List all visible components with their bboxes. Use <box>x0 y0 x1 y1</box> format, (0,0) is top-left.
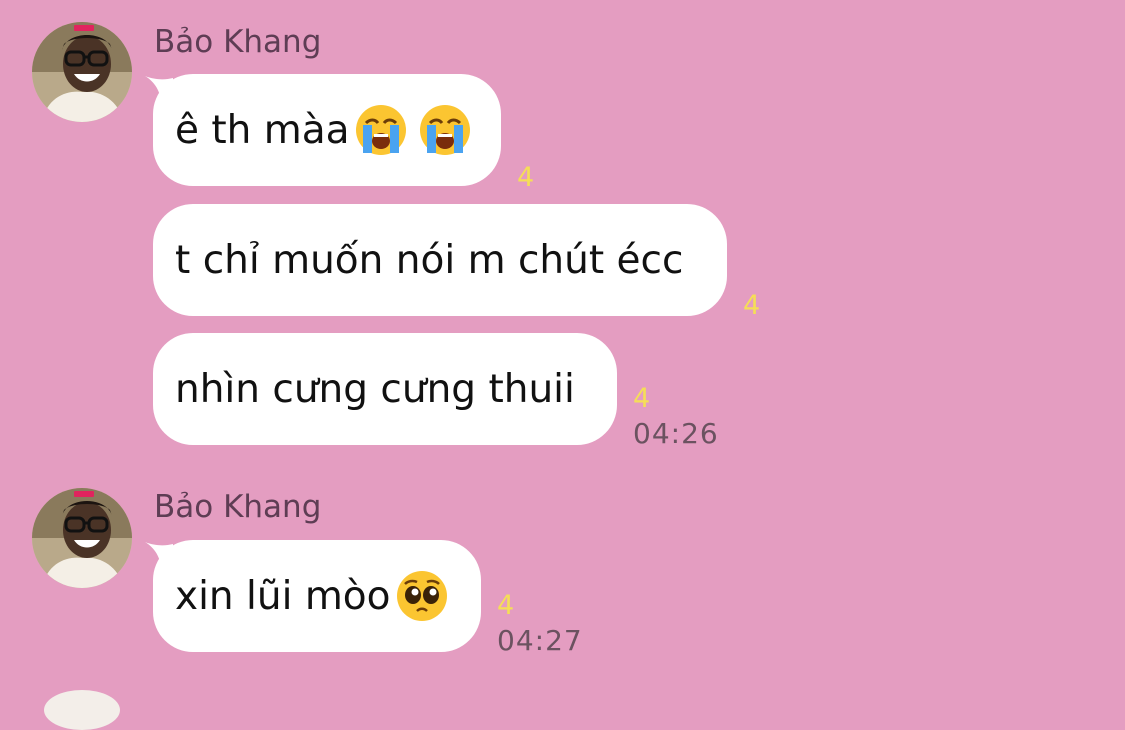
message-timestamp: 04:26 <box>633 417 719 450</box>
message-text: t chỉ muốn nói m chút écc <box>175 237 684 283</box>
read-count: 4 <box>517 162 535 193</box>
read-count: 4 <box>497 590 515 621</box>
read-count: 4 <box>743 290 761 321</box>
loudly-crying-face-icon <box>418 103 472 157</box>
sender-name: Bảo Khang <box>154 24 322 60</box>
sender-avatar[interactable] <box>32 488 132 588</box>
read-count: 4 <box>633 383 651 414</box>
sender-avatar[interactable] <box>32 22 132 122</box>
pleading-face-icon <box>395 569 449 623</box>
profile-photo-icon <box>32 22 132 122</box>
loudly-crying-face-icon <box>354 103 408 157</box>
message-bubble[interactable]: ê th màa <box>153 74 501 186</box>
message-bubble[interactable]: xin lũi mòo <box>153 540 481 652</box>
message-timestamp: 04:27 <box>497 624 583 657</box>
message-text: ê th màa <box>175 107 350 153</box>
chat-view[interactable]: Bảo Khang ê th màa 4 t chỉ muốn nói m ch… <box>0 0 1125 730</box>
message-bubble[interactable]: t chỉ muốn nói m chút écc <box>153 204 727 316</box>
message-text: nhìn cưng cưng thuii <box>175 366 575 412</box>
next-avatar-partial <box>44 690 120 730</box>
message-text: xin lũi mòo <box>175 573 391 619</box>
sender-name: Bảo Khang <box>154 489 322 525</box>
profile-photo-icon <box>32 488 132 588</box>
message-bubble[interactable]: nhìn cưng cưng thuii <box>153 333 617 445</box>
